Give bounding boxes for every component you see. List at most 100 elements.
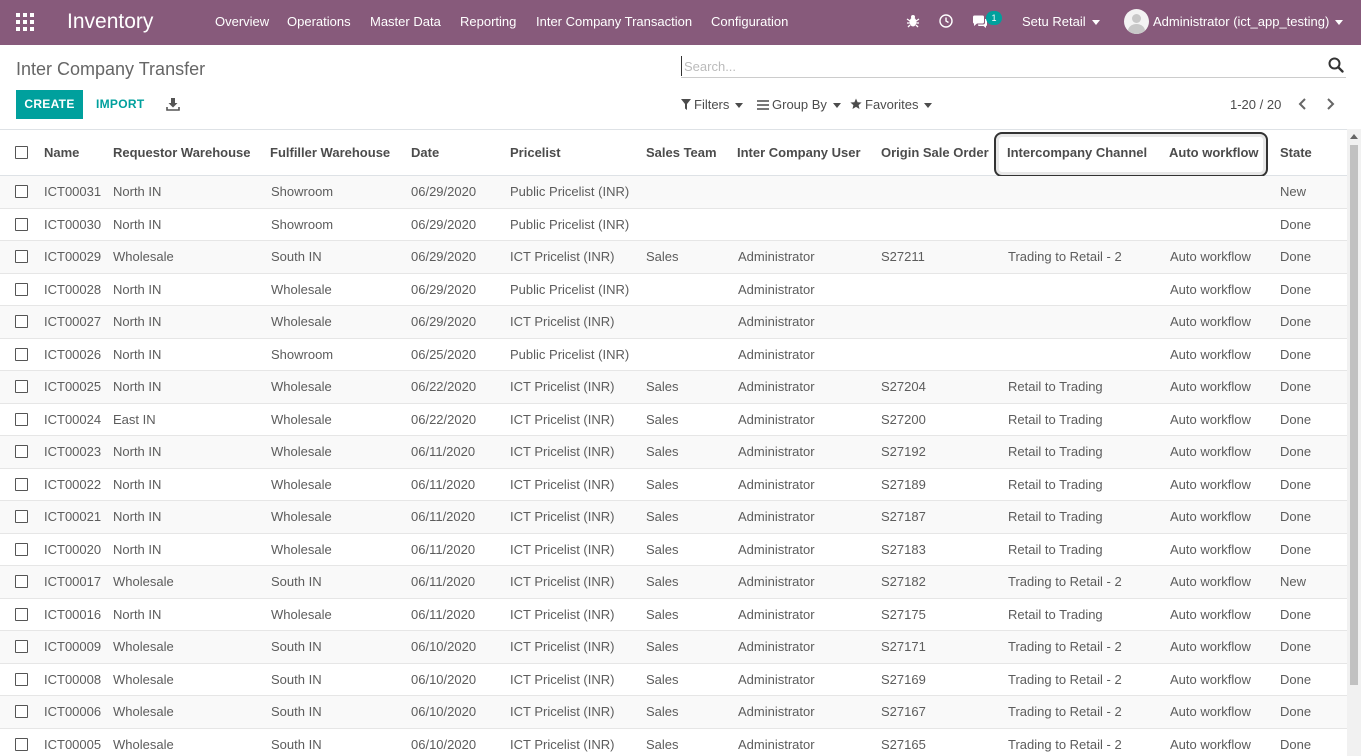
row-checkbox[interactable] [15, 347, 28, 361]
row-checkbox[interactable] [15, 737, 28, 751]
clock-icon[interactable] [939, 14, 953, 28]
row-checkbox[interactable] [15, 672, 28, 686]
row-checkbox[interactable] [15, 412, 28, 426]
row-checkbox[interactable] [15, 575, 28, 588]
menu-inter-company-transaction[interactable]: Inter Company Transaction [536, 14, 692, 29]
row-checkbox[interactable] [15, 445, 28, 458]
cell-state: Done [1280, 249, 1312, 264]
cell-intercompany-channel: Retail to Trading [1008, 444, 1103, 459]
cell-date: 06/11/2020 [411, 509, 476, 524]
cell-requestor-warehouse: North IN [113, 606, 162, 622]
cell-origin-sale-order: S27189 [881, 476, 926, 492]
company-switcher[interactable]: Setu Retail [1022, 14, 1100, 29]
row-checkbox[interactable] [15, 250, 28, 263]
table-row[interactable]: ICT00028 North IN Wholesale 06/29/2020 Publi… [0, 274, 1347, 306]
user-name: Administrator (ict_app_testing) [1153, 14, 1330, 29]
filters-button[interactable]: Filters [681, 97, 744, 112]
cell-date: 06/11/2020 [411, 606, 476, 622]
table-row[interactable]: ICT00026 North IN Showroom 06/25/2020 Public… [0, 339, 1347, 371]
menu-overview[interactable]: Overview [215, 14, 269, 29]
pager-value[interactable]: 1-20 / 20 [1230, 97, 1281, 112]
table-row[interactable]: ICT00029 Wholesale South IN 06/29/2020 ICT P… [0, 241, 1347, 274]
table-row[interactable]: ICT00024 East IN Wholesale 06/22/2020 ICT Pr… [0, 404, 1347, 436]
row-checkbox[interactable] [15, 282, 28, 296]
cell-intercompany-channel: Trading to Retail - 2 [1008, 639, 1122, 654]
column-header-date[interactable]: Date [411, 145, 439, 160]
bug-icon[interactable] [906, 14, 920, 28]
favorites-button[interactable]: Favorites [850, 97, 933, 112]
row-checkbox[interactable] [15, 607, 28, 621]
apps-menu-icon[interactable] [16, 13, 34, 31]
table-row[interactable]: ICT00020 North IN Wholesale 06/11/2020 ICT P… [0, 534, 1347, 566]
table-row[interactable]: ICT00025 North IN Wholesale 06/22/2020 ICT P… [0, 371, 1347, 404]
column-header-state[interactable]: State [1280, 145, 1312, 160]
table-row[interactable]: ICT00023 North IN Wholesale 06/11/2020 ICT P… [0, 436, 1347, 469]
cell-auto-workflow: Auto workflow [1170, 249, 1251, 264]
cell-inter-company-user: Administrator [738, 346, 815, 362]
table-row[interactable]: ICT00006 Wholesale South IN 06/10/2020 ICT P… [0, 696, 1347, 729]
cell-pricelist: Public Pricelist (INR) [510, 281, 630, 297]
table-row[interactable]: ICT00008 Wholesale South IN 06/10/2020 ICT P… [0, 664, 1347, 696]
column-header-inter-company-user[interactable]: Inter Company User [737, 145, 861, 160]
cell-date: 06/10/2020 [411, 639, 477, 654]
table-row[interactable]: ICT00009 Wholesale South IN 06/10/2020 ICT P… [0, 631, 1347, 664]
column-header-pricelist[interactable]: Pricelist [510, 145, 561, 160]
cell-name: ICT00016 [44, 606, 102, 622]
cell-origin-sale-order: S27169 [881, 671, 926, 687]
row-checkbox[interactable] [15, 185, 28, 198]
column-header-requestor-warehouse[interactable]: Requestor Warehouse [113, 145, 251, 160]
cell-date: 06/29/2020 [411, 216, 477, 232]
table-row[interactable]: ICT00005 Wholesale South IN 06/10/2020 ICT P… [0, 729, 1347, 756]
table-row[interactable]: ICT00030 North IN Showroom 06/29/2020 Public… [0, 209, 1347, 241]
avatar[interactable] [1124, 9, 1149, 34]
cell-pricelist: ICT Pricelist (INR) [510, 249, 615, 264]
column-header-origin-sale-order[interactable]: Origin Sale Order [881, 145, 989, 160]
search-icon[interactable] [1328, 57, 1344, 73]
column-header-fulfiller-warehouse[interactable]: Fulfiller Warehouse [270, 145, 390, 160]
select-all-checkbox[interactable] [15, 146, 28, 159]
scroll-up-icon[interactable] [1350, 134, 1358, 139]
row-checkbox[interactable] [15, 380, 28, 393]
cell-state: Done [1280, 379, 1312, 394]
chevron-right-icon[interactable] [1323, 97, 1337, 111]
row-checkbox[interactable] [15, 542, 28, 556]
row-checkbox[interactable] [15, 705, 28, 718]
table-row[interactable]: ICT00031 North IN Showroom 06/29/2020 Public… [0, 176, 1347, 209]
menu-reporting[interactable]: Reporting [460, 14, 516, 29]
row-checkbox[interactable] [15, 217, 28, 231]
table-row[interactable]: ICT00017 Wholesale South IN 06/11/2020 ICT P… [0, 566, 1347, 599]
scrollbar-thumb[interactable] [1350, 145, 1358, 685]
caret-down-icon [924, 103, 933, 109]
column-header-name[interactable]: Name [44, 145, 79, 160]
search-input[interactable] [681, 56, 1311, 76]
user-menu[interactable]: Administrator (ict_app_testing) [1153, 14, 1344, 29]
table-row[interactable]: ICT00021 North IN Wholesale 06/11/2020 ICT P… [0, 501, 1347, 534]
row-checkbox[interactable] [15, 315, 28, 328]
cell-origin-sale-order: S27183 [881, 541, 926, 557]
cell-fulfiller-warehouse: Wholesale [271, 476, 332, 492]
cell-intercompany-channel: Retail to Trading [1008, 411, 1103, 427]
menu-configuration[interactable]: Configuration [711, 14, 788, 29]
chevron-left-icon[interactable] [1296, 97, 1310, 111]
menu-master-data[interactable]: Master Data [370, 14, 441, 29]
vertical-scrollbar[interactable] [1347, 129, 1361, 756]
cell-origin-sale-order: S27167 [881, 704, 926, 719]
row-checkbox[interactable] [15, 510, 28, 523]
row-checkbox[interactable] [15, 477, 28, 491]
app-name[interactable]: Inventory [67, 10, 153, 34]
table-row[interactable]: ICT00022 North IN Wholesale 06/11/2020 ICT P… [0, 469, 1347, 501]
table-row[interactable]: ICT00016 North IN Wholesale 06/11/2020 ICT P… [0, 599, 1347, 631]
download-icon[interactable] [166, 97, 180, 111]
import-button[interactable]: IMPORT [96, 97, 144, 111]
group-by-button[interactable]: Group By [757, 97, 841, 112]
create-button[interactable]: CREATE [16, 90, 83, 119]
cell-intercompany-channel: Retail to Trading [1008, 606, 1103, 622]
table-row[interactable]: ICT00027 North IN Wholesale 06/29/2020 ICT P… [0, 306, 1347, 339]
cell-origin-sale-order: S27187 [881, 509, 926, 524]
row-checkbox[interactable] [15, 640, 28, 653]
cell-inter-company-user: Administrator [738, 606, 815, 622]
cell-requestor-warehouse: North IN [113, 379, 162, 394]
column-header-sales-team[interactable]: Sales Team [646, 145, 717, 160]
menu-operations[interactable]: Operations [287, 14, 351, 29]
cell-requestor-warehouse: Wholesale [113, 249, 174, 264]
